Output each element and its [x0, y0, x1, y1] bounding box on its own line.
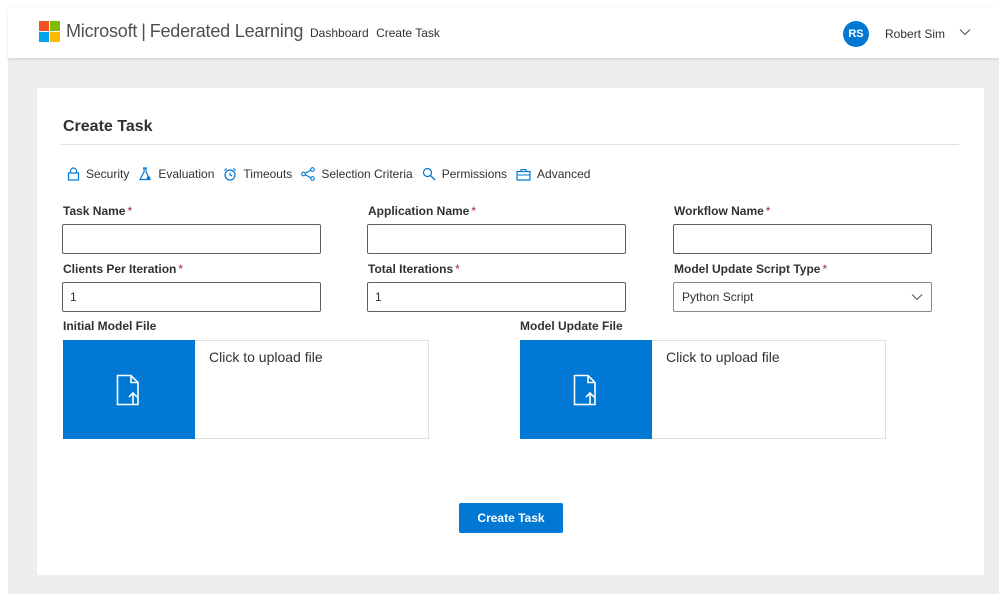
title-divider	[61, 144, 959, 145]
tab-label: Advanced	[537, 167, 591, 181]
brand-company: Microsoft	[66, 21, 138, 41]
brand-product: Federated Learning	[149, 21, 304, 41]
application-name-label: Application Name *	[368, 204, 476, 218]
task-name-input[interactable]	[62, 224, 321, 254]
model-update-script-type-dropdown[interactable]: Python Script	[673, 282, 932, 312]
top-nav: Dashboard Create Task	[310, 26, 444, 40]
upload-icon-tile	[63, 340, 195, 439]
label-text: Clients Per Iteration	[63, 262, 177, 276]
tab-label: Permissions	[441, 167, 508, 181]
required-mark: *	[765, 204, 771, 218]
model-update-script-type-label: Model Update Script Type *	[674, 262, 827, 276]
tab-permissions[interactable]: Permissions	[422, 167, 507, 181]
tab-label: Evaluation	[158, 167, 215, 181]
label-text: Workflow Name	[674, 204, 764, 218]
tab-evaluation[interactable]: Evaluation	[138, 167, 214, 181]
label-text: Application Name	[368, 204, 470, 218]
workflow-name-label: Workflow Name *	[674, 204, 770, 218]
required-mark: *	[822, 262, 828, 276]
initial-model-file-upload[interactable]: Click to upload file	[63, 340, 429, 439]
label-text: Model Update Script Type	[674, 262, 821, 276]
user-name[interactable]: Robert Sim	[885, 27, 945, 41]
upload-prompt: Click to upload file	[209, 349, 323, 365]
page-title: Create Task	[63, 118, 153, 135]
upload-icon-tile	[520, 340, 652, 439]
required-mark: *	[178, 262, 184, 276]
settings-tabs: Security Evaluation Timeouts Selection C…	[67, 167, 599, 181]
chevron-down-icon	[911, 294, 923, 301]
nav-dashboard-link[interactable]: Dashboard	[310, 26, 369, 40]
total-iterations-label: Total Iterations *	[368, 262, 460, 276]
clients-per-iteration-input[interactable]	[62, 282, 321, 312]
dropdown-selected-value: Python Script	[682, 290, 754, 304]
tab-label: Timeouts	[243, 167, 293, 181]
briefcase-icon	[516, 168, 531, 181]
required-mark: *	[455, 262, 460, 276]
model-update-file-upload[interactable]: Click to upload file	[520, 340, 886, 439]
clients-per-iteration-label: Clients Per Iteration *	[63, 262, 183, 276]
workflow-name-input[interactable]	[673, 224, 932, 254]
brand-separator: |	[141, 21, 146, 41]
total-iterations-input[interactable]	[367, 282, 626, 312]
create-task-card: Create Task Security Evaluation Timeouts	[37, 88, 984, 575]
label-text: Task Name	[63, 204, 126, 218]
top-header: Microsoft | Federated Learning Dashboard C…	[8, 8, 999, 58]
search-icon	[422, 167, 436, 181]
label-text: Total Iterations	[368, 262, 454, 276]
tab-advanced[interactable]: Advanced	[516, 167, 590, 181]
tab-label: Security	[86, 167, 130, 181]
nav-create-task-link[interactable]: Create Task	[376, 26, 440, 40]
avatar[interactable]: RS	[843, 21, 869, 47]
share-nodes-icon	[301, 167, 316, 181]
tab-timeouts[interactable]: Timeouts	[223, 167, 292, 181]
tab-label: Selection Criteria	[321, 167, 413, 181]
task-name-label: Task Name *	[63, 204, 132, 218]
initial-model-file-label: Initial Model File	[63, 319, 157, 333]
required-mark: *	[471, 204, 477, 218]
chevron-down-icon[interactable]	[959, 28, 971, 36]
microsoft-logo-icon	[39, 21, 60, 42]
required-mark: *	[127, 204, 133, 218]
file-upload-icon	[116, 374, 139, 405]
file-upload-icon	[573, 374, 596, 405]
application-name-input[interactable]	[367, 224, 626, 254]
create-task-button[interactable]: Create Task	[459, 503, 563, 533]
tab-selection-criteria[interactable]: Selection Criteria	[301, 167, 413, 181]
flask-icon	[139, 167, 152, 181]
alarm-clock-icon	[224, 168, 237, 181]
upload-prompt: Click to upload file	[666, 349, 780, 365]
brand-title: Microsoft | Federated Learning	[66, 21, 303, 42]
model-update-file-label: Model Update File	[520, 319, 623, 333]
tab-security[interactable]: Security	[67, 167, 129, 181]
lock-icon	[67, 167, 80, 181]
